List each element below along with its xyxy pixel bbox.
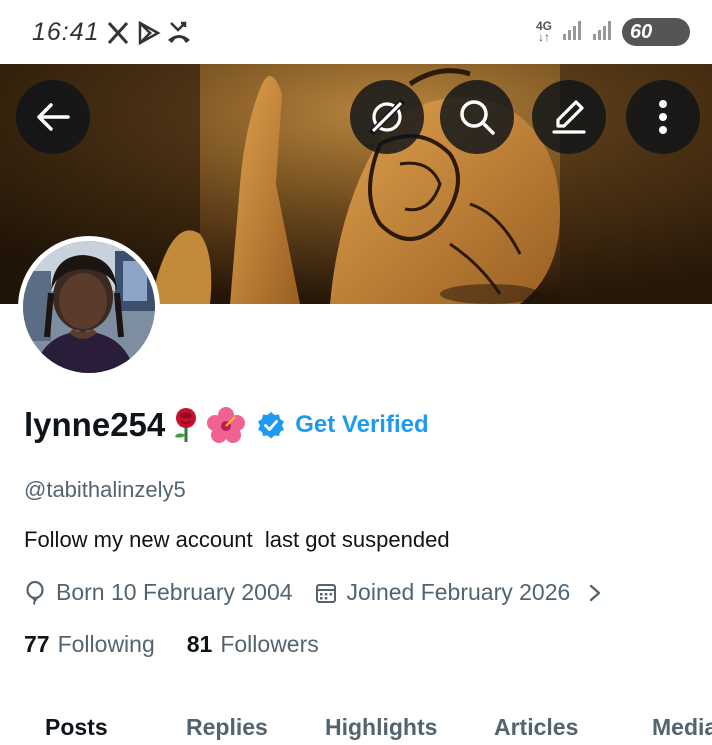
tab-highlights[interactable]: Highlights: [325, 714, 437, 741]
profile-meta: Born 10 February 2004 Joined February 20…: [24, 579, 602, 606]
tab-media[interactable]: Media: [652, 714, 712, 741]
calendar-icon: [315, 583, 336, 603]
display-name: lynne254: [24, 406, 166, 443]
signal-icon: [562, 19, 582, 46]
battery-icon: 60: [622, 18, 690, 46]
avatar[interactable]: [18, 236, 160, 378]
tab-replies[interactable]: Replies: [186, 714, 268, 741]
chevron-right-icon: [590, 584, 601, 601]
tab-articles[interactable]: Articles: [494, 714, 578, 741]
status-time: 16:41: [32, 18, 100, 46]
followers-link[interactable]: 81 Followers: [187, 631, 319, 658]
edit-icon: [552, 100, 586, 134]
followers-label: Followers: [220, 631, 319, 657]
rose-emoji: [169, 407, 203, 443]
avatar-image: [23, 241, 155, 373]
more-vertical-icon: [659, 100, 667, 134]
following-label: Following: [57, 631, 155, 657]
birthday-item: Born 10 February 2004: [24, 579, 293, 606]
birthday-text: Born 10 February 2004: [56, 579, 293, 605]
profile-tabs: Posts Replies Highlights Articles Media: [0, 700, 712, 745]
verified-badge-icon[interactable]: [257, 411, 285, 439]
network-indicator: 4G ↓↑: [535, 19, 552, 44]
hibiscus-emoji: [207, 407, 246, 443]
tab-posts[interactable]: Posts: [45, 714, 108, 741]
x-icon: [106, 20, 130, 51]
joined-text: Joined February 2026: [346, 579, 571, 605]
profile-handle: @tabithalinzely5: [24, 477, 186, 502]
signal-icon: [592, 19, 612, 46]
back-arrow-icon: [37, 103, 70, 131]
follow-counts: 77 Following 81 Followers: [24, 631, 319, 658]
balloon-icon: [26, 580, 44, 605]
following-count: 77: [24, 631, 50, 657]
search-icon: [460, 100, 495, 135]
followers-count: 81: [186, 631, 213, 657]
back-button[interactable]: [16, 80, 90, 154]
edit-button[interactable]: [532, 80, 606, 154]
search-button[interactable]: [440, 80, 514, 154]
refresh-icon: [368, 98, 406, 136]
following-link[interactable]: 77 Following: [24, 631, 155, 658]
joined-item[interactable]: Joined February 2026: [315, 579, 603, 606]
more-button[interactable]: [626, 80, 700, 154]
missed-call-icon: [166, 20, 192, 51]
refresh-button[interactable]: [350, 80, 424, 154]
play-store-icon: [136, 20, 162, 51]
name-row: lynne254 Get Verified: [24, 406, 429, 444]
get-verified-link[interactable]: Get Verified: [295, 411, 428, 439]
status-bar: 16:41 4G ↓↑ 60: [0, 0, 712, 64]
profile-bio: Follow my new account last got suspended: [24, 527, 450, 552]
